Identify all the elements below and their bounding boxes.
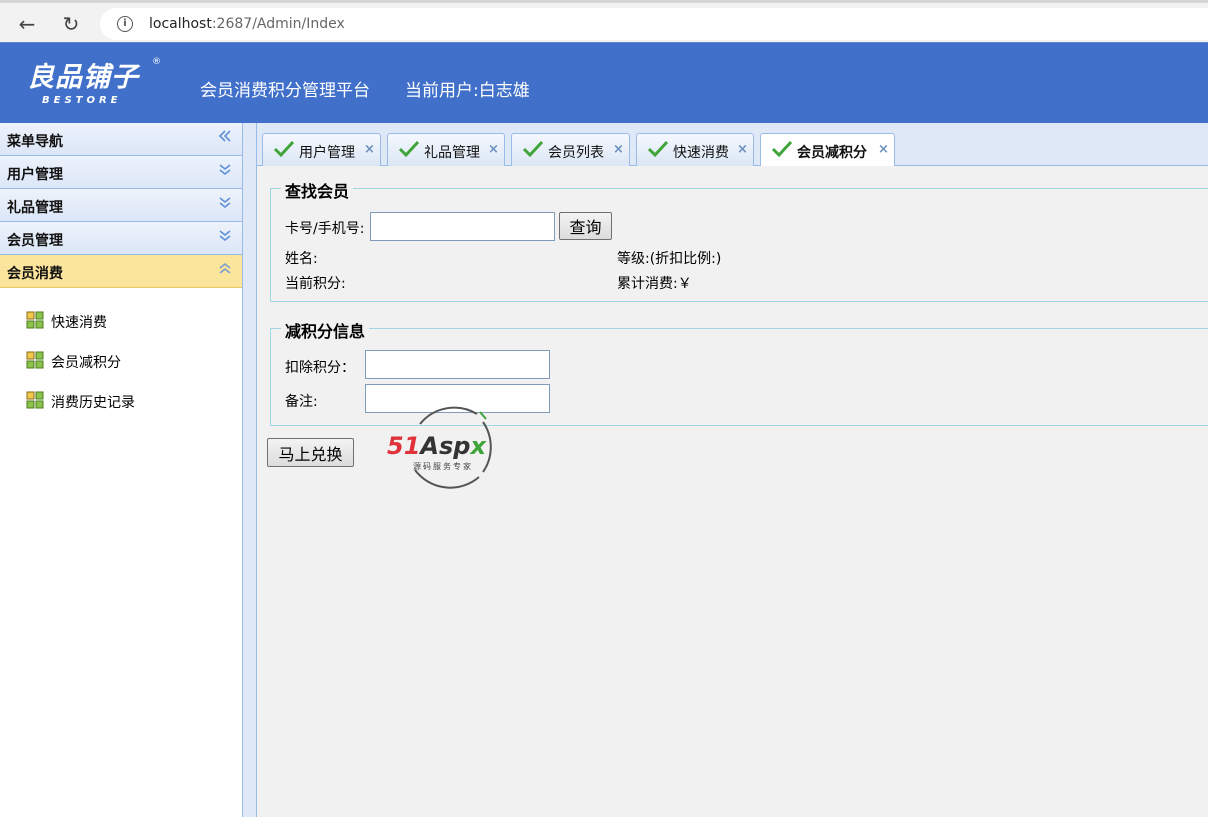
search-member-fieldset: 查找会员 卡号/手机号: 查询 姓名: 等级:(折扣比例:) 当前积分: 累计消…	[270, 178, 1208, 302]
reload-icon[interactable]: ↻	[58, 11, 84, 37]
sidebar-section-member-management[interactable]: 会员管理	[0, 222, 242, 255]
close-icon[interactable]: ×	[364, 142, 375, 157]
watermark-brand-x: x	[470, 432, 486, 460]
tab-deduct-points[interactable]: 会员减积分 ×	[760, 133, 895, 167]
deduct-points-input[interactable]	[365, 350, 550, 379]
grid-icon	[26, 311, 44, 329]
tab-strip: 用户管理 × 礼品管理 × 会员列表 × 快速消费 × 会员减积分 ×	[257, 123, 1208, 167]
double-chevron-down-icon[interactable]	[218, 162, 232, 179]
info-icon[interactable]: i	[117, 16, 133, 32]
check-icon	[771, 140, 793, 158]
grid-icon	[26, 351, 44, 369]
check-icon	[398, 140, 420, 158]
watermark-brand-letters: Asp	[420, 432, 471, 460]
total-consumption-label: 累计消费:￥	[617, 276, 692, 292]
app-header: 良品铺子 ® BESTORE 会员消费积分管理平台 当前用户:白志雄	[0, 42, 1208, 124]
search-member-legend: 查找会员	[281, 178, 354, 202]
card-number-input[interactable]	[370, 212, 555, 241]
platform-title: 会员消费积分管理平台	[200, 81, 370, 101]
sidebar: 菜单导航 用户管理 礼品管理 会员管理 会员消费 快速消费 会员减积分 消费历史…	[0, 123, 243, 817]
sidebar-section-gift-management[interactable]: 礼品管理	[0, 189, 242, 222]
level-label: 等级:(折扣比例:)	[617, 251, 722, 267]
close-icon[interactable]: ×	[613, 142, 624, 157]
sidebar-item-consume-history[interactable]: 消费历史记录	[0, 390, 242, 430]
logo: 良品铺子	[27, 62, 139, 93]
name-label: 姓名:	[285, 251, 318, 267]
back-arrow-icon[interactable]: ←	[14, 11, 40, 37]
current-points-label: 当前积分:	[285, 276, 346, 292]
check-icon	[647, 140, 669, 158]
logo-registered-mark: ®	[152, 57, 161, 67]
close-icon[interactable]: ×	[488, 142, 499, 157]
redeem-now-button[interactable]: 马上兑换	[267, 438, 354, 467]
sidebar-item-deduct-points[interactable]: 会员减积分	[0, 350, 242, 390]
check-icon	[273, 140, 295, 158]
sidebar-splitter[interactable]	[243, 123, 257, 817]
tab-quick-consume[interactable]: 快速消费 ×	[636, 133, 754, 166]
double-chevron-up-icon[interactable]	[218, 261, 232, 278]
double-chevron-left-icon[interactable]	[218, 129, 232, 146]
query-button[interactable]: 查询	[559, 212, 612, 240]
watermark-brand-number: 51	[387, 432, 421, 460]
grid-icon	[26, 391, 44, 409]
url-text: localhost:2687/Admin/Index	[149, 16, 345, 32]
content-panel: 查找会员 卡号/手机号: 查询 姓名: 等级:(折扣比例:) 当前积分: 累计消…	[257, 166, 1208, 817]
current-user: 当前用户:白志雄	[405, 81, 530, 101]
remark-label: 备注:	[285, 394, 318, 410]
card-number-label: 卡号/手机号:	[285, 221, 365, 237]
sidebar-item-quick-consume[interactable]: 快速消费	[0, 310, 242, 350]
tab-member-list[interactable]: 会员列表 ×	[511, 133, 630, 166]
watermark-logo: 51Aspx 源码服务专家	[387, 402, 511, 494]
tab-user-management[interactable]: 用户管理 ×	[262, 133, 381, 166]
address-bar[interactable]: i localhost:2687/Admin/Index	[100, 8, 1208, 40]
browser-toolbar: ← ↻ i localhost:2687/Admin/Index	[0, 0, 1208, 42]
sidebar-header-menu-nav[interactable]: 菜单导航	[0, 123, 242, 156]
check-icon	[522, 140, 544, 158]
watermark-tagline: 源码服务专家	[413, 462, 473, 471]
deduct-points-label: 扣除积分：	[285, 360, 355, 376]
close-icon[interactable]: ×	[737, 142, 748, 157]
tab-gift-management[interactable]: 礼品管理 ×	[387, 133, 505, 166]
deduct-points-legend: 减积分信息	[281, 318, 370, 342]
double-chevron-down-icon[interactable]	[218, 195, 232, 212]
sidebar-menu-list: 快速消费 会员减积分 消费历史记录	[0, 288, 242, 430]
logo-subtitle: BESTORE	[42, 95, 122, 106]
close-icon[interactable]: ×	[878, 142, 889, 157]
sidebar-section-member-consumption[interactable]: 会员消费	[0, 255, 242, 288]
double-chevron-down-icon[interactable]	[218, 228, 232, 245]
sidebar-section-user-management[interactable]: 用户管理	[0, 156, 242, 189]
